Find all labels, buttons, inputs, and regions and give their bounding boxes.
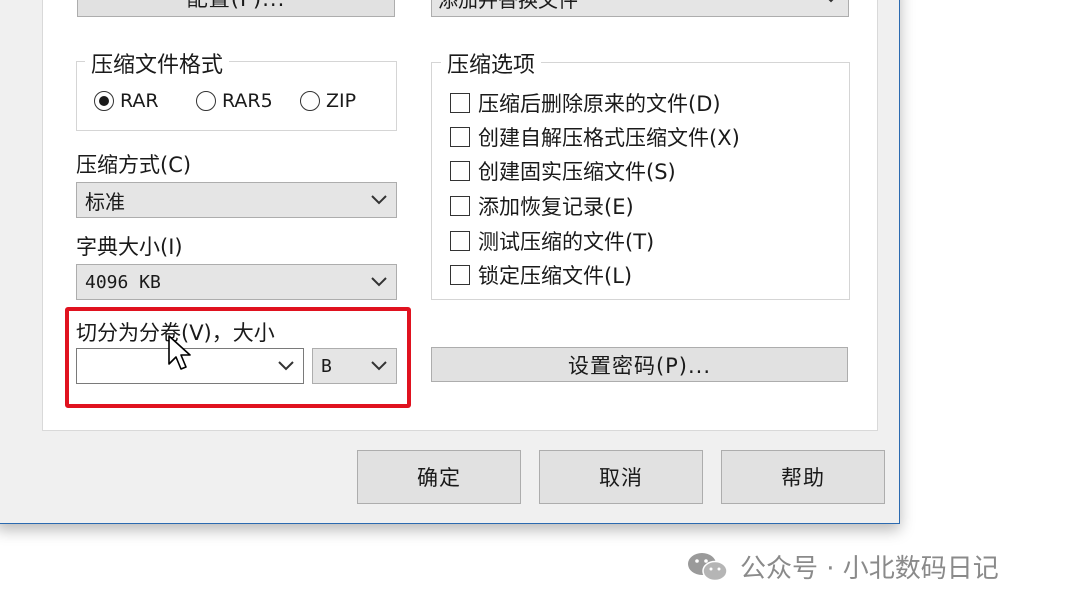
compression-method-label: 压缩方式(C) bbox=[76, 153, 192, 177]
compression-method-value: 标准 bbox=[85, 189, 125, 214]
dictionary-size-label: 字典大小(I) bbox=[76, 235, 183, 259]
compression-method-select[interactable]: 标准 bbox=[76, 182, 397, 218]
archive-format-legend: 压缩文件格式 bbox=[85, 47, 230, 79]
radio-rar5[interactable]: RAR5 bbox=[196, 90, 273, 112]
help-button[interactable]: 帮助 bbox=[721, 450, 885, 504]
update-mode-select[interactable]: 添加并替换文件 bbox=[431, 0, 849, 17]
option-recovery-record-label: 添加恢复记录(E) bbox=[478, 195, 634, 219]
option-create-solid-label: 创建固实压缩文件(S) bbox=[478, 160, 676, 184]
radio-rar5-indicator bbox=[196, 91, 216, 111]
update-mode-value: 添加并替换文件 bbox=[438, 0, 578, 13]
split-volumes-highlight bbox=[65, 307, 411, 408]
cancel-button-label: 取消 bbox=[599, 466, 643, 490]
radio-zip[interactable]: ZIP bbox=[300, 90, 356, 112]
option-test-archive[interactable]: 测试压缩的文件(T) bbox=[450, 226, 654, 256]
option-delete-after[interactable]: 压缩后删除原来的文件(D) bbox=[450, 88, 721, 118]
profiles-button-label: 配置(F)... bbox=[187, 0, 286, 13]
option-create-sfx[interactable]: 创建自解压格式压缩文件(X) bbox=[450, 122, 740, 152]
option-lock-archive[interactable]: 锁定压缩文件(L) bbox=[450, 260, 632, 290]
wechat-icon bbox=[688, 552, 728, 581]
dictionary-size-value: 4096 KB bbox=[85, 271, 161, 293]
watermark-text: 公众号 · 小北数码日记 bbox=[740, 554, 999, 584]
checkbox-create-sfx[interactable] bbox=[450, 127, 470, 147]
option-create-sfx-label: 创建自解压格式压缩文件(X) bbox=[478, 126, 740, 150]
radio-zip-label: ZIP bbox=[326, 90, 357, 112]
option-test-archive-label: 测试压缩的文件(T) bbox=[478, 230, 655, 254]
checkbox-recovery-record[interactable] bbox=[450, 196, 470, 216]
checkbox-test-archive[interactable] bbox=[450, 231, 470, 251]
cancel-button[interactable]: 取消 bbox=[539, 450, 703, 504]
chevron-down-icon bbox=[371, 195, 387, 205]
archive-dialog: 配置(F)... 添加并替换文件 压缩文件格式 RAR RAR5 ZIP 压缩方… bbox=[0, 0, 900, 524]
option-lock-archive-label: 锁定压缩文件(L) bbox=[478, 264, 633, 288]
checkbox-delete-after[interactable] bbox=[450, 93, 470, 113]
chevron-down-icon bbox=[371, 277, 387, 287]
chevron-down-icon bbox=[828, 0, 834, 3]
set-password-button[interactable]: 设置密码(P)... bbox=[431, 347, 848, 382]
checkbox-lock-archive[interactable] bbox=[450, 265, 470, 285]
ok-button-label: 确定 bbox=[417, 466, 461, 490]
checkbox-create-solid[interactable] bbox=[450, 161, 470, 181]
profiles-button[interactable]: 配置(F)... bbox=[77, 0, 395, 17]
archive-options-legend: 压缩选项 bbox=[441, 47, 542, 79]
radio-rar[interactable]: RAR bbox=[94, 90, 159, 112]
radio-rar-indicator bbox=[94, 91, 114, 111]
mouse-cursor-icon bbox=[168, 335, 191, 370]
option-create-solid[interactable]: 创建固实压缩文件(S) bbox=[450, 156, 676, 186]
watermark: 公众号 · 小北数码日记 bbox=[686, 548, 999, 585]
radio-rar-label: RAR bbox=[120, 90, 159, 112]
set-password-button-label: 设置密码(P)... bbox=[567, 353, 712, 378]
help-button-label: 帮助 bbox=[781, 466, 825, 490]
ok-button[interactable]: 确定 bbox=[357, 450, 521, 504]
dictionary-size-select[interactable]: 4096 KB bbox=[76, 264, 397, 300]
option-recovery-record[interactable]: 添加恢复记录(E) bbox=[450, 191, 634, 221]
radio-rar5-label: RAR5 bbox=[222, 90, 273, 112]
option-delete-after-label: 压缩后删除原来的文件(D) bbox=[478, 92, 721, 116]
radio-zip-indicator bbox=[300, 91, 320, 111]
